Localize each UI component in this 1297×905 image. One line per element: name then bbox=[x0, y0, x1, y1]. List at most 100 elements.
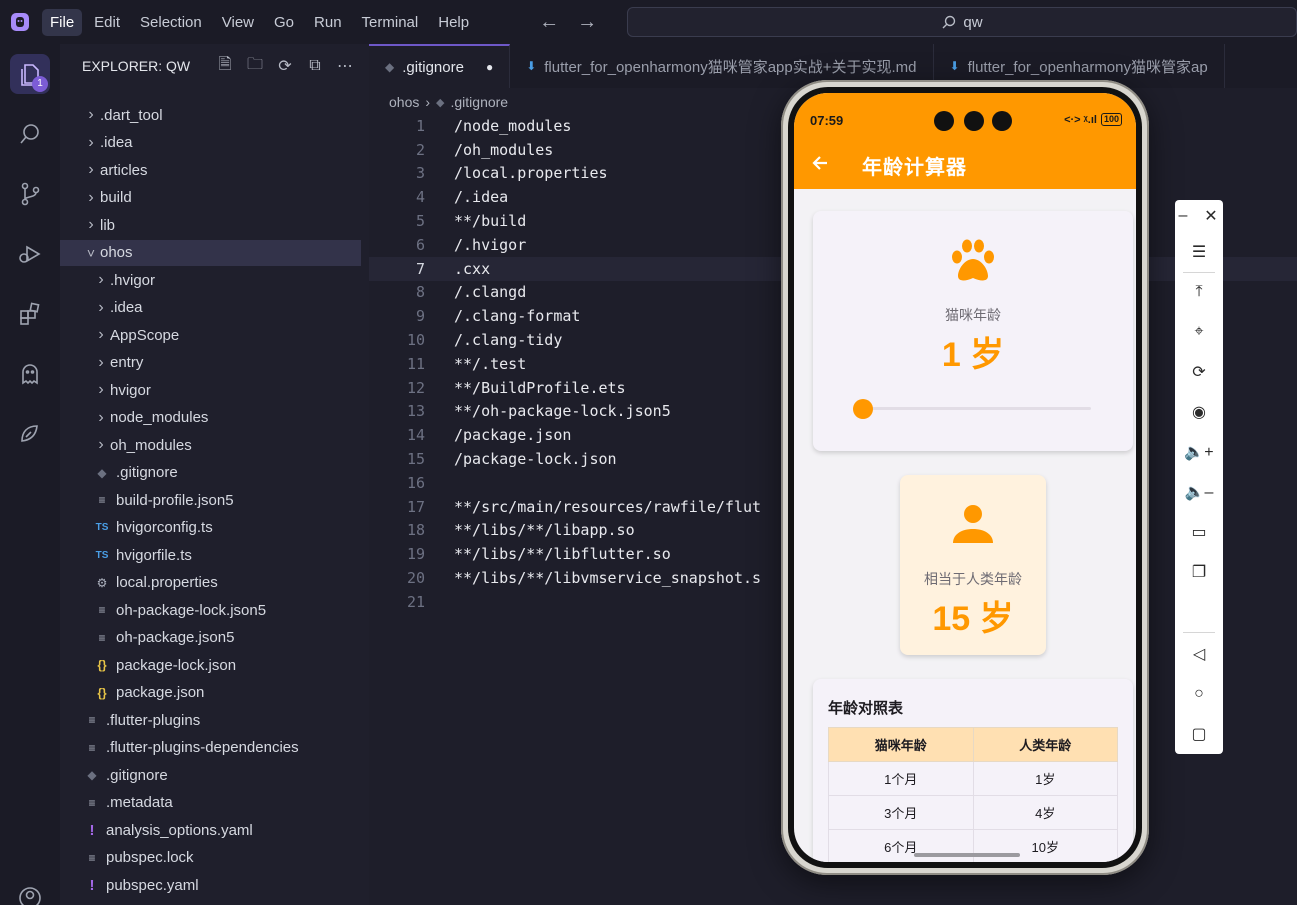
back-arrow-icon[interactable]: ← bbox=[539, 11, 559, 34]
command-search-box[interactable]: qw bbox=[627, 7, 1297, 37]
tree-file[interactable]: ≡ oh-package-lock.json5 bbox=[60, 597, 361, 623]
code-text: /.clangd bbox=[454, 283, 527, 302]
rotate-icon[interactable]: ⟳ bbox=[1175, 356, 1223, 388]
unsaved-dot-icon[interactable]: ● bbox=[486, 60, 493, 74]
back-arrow-icon[interactable] bbox=[810, 153, 830, 173]
breadcrumb-folder[interactable]: ohos bbox=[389, 94, 419, 110]
tree-file[interactable]: ≡ pubspec.lock bbox=[60, 845, 361, 871]
new-folder-icon[interactable]: 🗀 bbox=[245, 56, 265, 76]
tree-folder[interactable]: › .dart_tool bbox=[60, 102, 361, 128]
home-nav-icon[interactable]: ○ bbox=[1175, 678, 1223, 710]
forward-arrow-icon[interactable]: → bbox=[577, 11, 597, 34]
tree-folder[interactable]: › articles bbox=[60, 157, 361, 183]
back-nav-icon[interactable]: ◁ bbox=[1175, 638, 1223, 670]
tree-item-label: hvigorconfig.ts bbox=[116, 519, 213, 536]
tree-file[interactable]: ≡ oh-package.json5 bbox=[60, 625, 361, 651]
menu-item-selection[interactable]: Selection bbox=[132, 9, 210, 36]
extensions-icon[interactable] bbox=[0, 292, 60, 336]
typescript-file-icon: TS bbox=[95, 549, 109, 561]
tree-file[interactable]: {} package-lock.json bbox=[60, 652, 361, 678]
menu-item-view[interactable]: View bbox=[214, 9, 262, 36]
chevron-right-icon[interactable]: › bbox=[94, 326, 108, 344]
new-file-icon[interactable]: 🗎 bbox=[215, 56, 235, 76]
chevron-right-icon[interactable]: › bbox=[94, 381, 108, 399]
run-debug-icon[interactable] bbox=[0, 232, 60, 276]
age-slider[interactable] bbox=[863, 407, 1091, 410]
chevron-right-icon[interactable]: › bbox=[84, 134, 98, 152]
tree-file[interactable]: ≡ .flutter-plugins-dependencies bbox=[60, 735, 361, 761]
explorer-icon[interactable] bbox=[0, 52, 60, 96]
menu-item-edit[interactable]: Edit bbox=[86, 9, 128, 36]
chevron-right-icon[interactable]: › bbox=[94, 436, 108, 454]
tree-file[interactable]: ! pubspec.yaml bbox=[60, 872, 361, 898]
tree-file[interactable]: TS hvigorfile.ts bbox=[60, 542, 361, 568]
tree-folder[interactable]: › hvigor bbox=[60, 377, 361, 403]
tree-file[interactable]: {} package.json bbox=[60, 680, 361, 706]
editor-tab[interactable]: ◆ .gitignore ● bbox=[369, 44, 511, 88]
cat-age-value: 1 岁 bbox=[941, 336, 1005, 374]
recents-nav-icon[interactable]: ▢ bbox=[1175, 718, 1223, 750]
pin-top-icon[interactable]: ⤒ bbox=[1175, 276, 1223, 308]
tree-file[interactable]: ≡ .flutter-plugins bbox=[60, 707, 361, 733]
tree-file[interactable]: ◆ .gitignore bbox=[60, 762, 361, 788]
age-slider-thumb[interactable] bbox=[853, 399, 873, 419]
shake-icon[interactable]: ▭ bbox=[1175, 516, 1223, 548]
tree-folder[interactable]: › .idea bbox=[60, 295, 361, 321]
refresh-icon[interactable]: ⟳ bbox=[275, 56, 295, 76]
chevron-right-icon[interactable]: › bbox=[94, 409, 108, 427]
volume-down-icon[interactable]: 🔈– bbox=[1175, 476, 1223, 508]
tree-folder[interactable]: › AppScope bbox=[60, 322, 361, 348]
chevron-right-icon[interactable]: › bbox=[94, 299, 108, 317]
chevron-right-icon[interactable]: › bbox=[84, 189, 98, 207]
collapse-all-icon[interactable]: ⧉ bbox=[305, 56, 325, 76]
tree-file[interactable]: TS hvigorconfig.ts bbox=[60, 515, 361, 541]
menu-item-file[interactable]: File bbox=[42, 8, 83, 36]
menu-item-help[interactable]: Help bbox=[430, 9, 477, 36]
line-number: 2 bbox=[415, 140, 425, 159]
tree-folder[interactable]: › .idea bbox=[60, 130, 361, 156]
crop-icon[interactable]: ⌖ bbox=[1175, 316, 1223, 348]
close-icon[interactable]: ✕ bbox=[1193, 200, 1229, 232]
more-actions-icon[interactable]: ⋯ bbox=[335, 56, 355, 76]
tree-file[interactable]: ≡ .metadata bbox=[60, 790, 361, 816]
chevron-right-icon[interactable]: › bbox=[94, 271, 108, 289]
tree-folder[interactable]: ˅ ohos bbox=[60, 239, 361, 266]
code-text: /.idea bbox=[454, 188, 509, 207]
tree-folder[interactable]: › .hvigor bbox=[60, 267, 361, 293]
code-text: **/libs/**/libvmservice_snapshot.s bbox=[454, 569, 762, 588]
home-indicator[interactable] bbox=[914, 853, 1020, 857]
assistant-icon[interactable] bbox=[0, 412, 60, 456]
ghost-icon[interactable] bbox=[0, 352, 60, 396]
tree-folder[interactable]: › entry bbox=[60, 350, 361, 376]
menu-item-go[interactable]: Go bbox=[266, 9, 302, 36]
tree-file[interactable]: ⚙ local.properties bbox=[60, 570, 361, 596]
menu-item-run[interactable]: Run bbox=[306, 9, 350, 36]
breadcrumb-file[interactable]: .gitignore bbox=[451, 94, 509, 110]
tree-file[interactable]: ◆ .gitignore bbox=[60, 460, 361, 486]
code-text: **/libs/**/libflutter.so bbox=[454, 545, 671, 564]
status-time: 07:59 bbox=[810, 113, 844, 128]
tree-file[interactable]: ◢qw.iml bbox=[60, 900, 361, 905]
tab-label: flutter_for_openharmony猫咪管家app实战+关于实现.md bbox=[544, 58, 917, 76]
volume-up-icon[interactable]: 🔈+ bbox=[1175, 436, 1223, 468]
tree-file[interactable]: ! analysis_options.yaml bbox=[60, 817, 361, 843]
chevron-right-icon[interactable]: › bbox=[84, 161, 98, 179]
screenshot-icon[interactable]: ◉ bbox=[1175, 396, 1223, 428]
chevron-down-icon[interactable]: ˅ bbox=[84, 245, 98, 261]
chevron-right-icon[interactable]: › bbox=[84, 106, 98, 124]
chevron-right-icon[interactable]: › bbox=[84, 216, 98, 234]
emulator-toolbar: – ✕ ☰ ⤒ ⌖ ⟳ ◉ 🔈+ 🔈– ▭ ❐ ◁ ○ ▢ bbox=[1175, 200, 1223, 754]
multi-screen-icon[interactable]: ❐ bbox=[1175, 556, 1223, 588]
tree-folder[interactable]: › lib bbox=[60, 212, 361, 238]
source-control-icon[interactable] bbox=[0, 172, 60, 216]
tree-folder[interactable]: › node_modules bbox=[60, 405, 361, 431]
menu-item-terminal[interactable]: Terminal bbox=[354, 9, 427, 36]
tree-folder[interactable]: › oh_modules bbox=[60, 432, 361, 458]
tree-folder[interactable]: › build bbox=[60, 185, 361, 211]
search-icon[interactable] bbox=[0, 112, 60, 156]
chevron-right-icon[interactable]: › bbox=[94, 354, 108, 372]
account-icon[interactable] bbox=[0, 876, 60, 905]
menu-icon[interactable]: ☰ bbox=[1175, 236, 1223, 268]
tree-file[interactable]: ≡ build-profile.json5 bbox=[60, 487, 361, 513]
code-text: /local.properties bbox=[454, 164, 608, 183]
